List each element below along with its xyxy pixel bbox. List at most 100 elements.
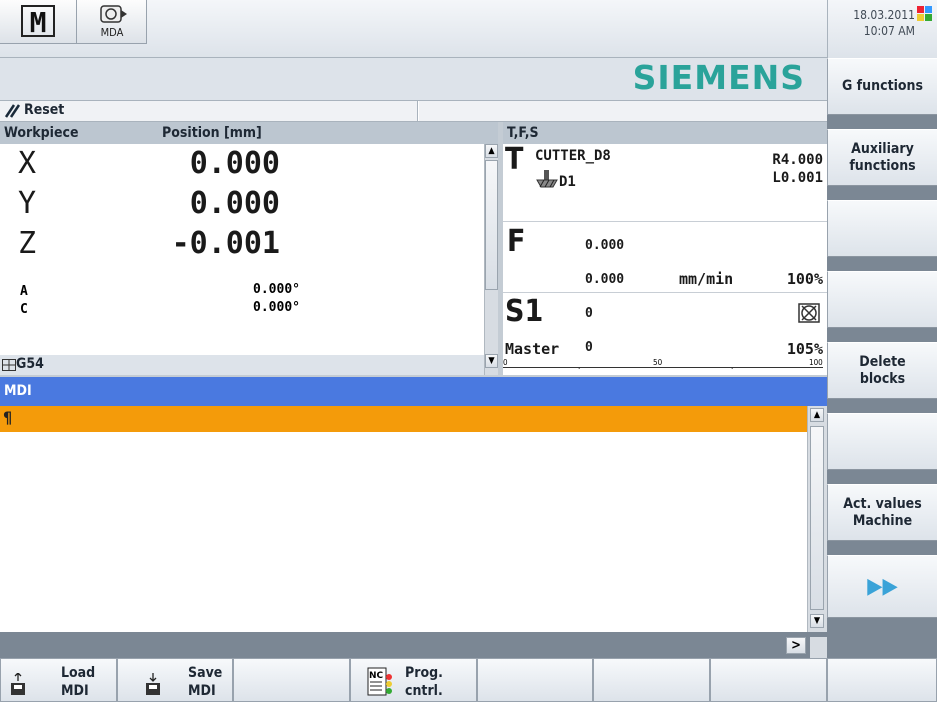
- axis-name: C: [20, 302, 28, 317]
- workpiece-header: Workpiece Position [mm]: [0, 122, 498, 144]
- softkey-gap: [827, 399, 937, 413]
- machine-area-button[interactable]: M: [0, 0, 77, 44]
- tool-radius: R4.000: [772, 152, 823, 168]
- scale-label: 100: [809, 358, 823, 367]
- softkey-label: Auxiliary functions: [849, 140, 916, 174]
- softkey-4[interactable]: [827, 271, 937, 328]
- softkey-gap: [827, 257, 937, 271]
- spindle-override: 105%: [786, 340, 823, 358]
- axis-name: X: [18, 146, 37, 181]
- scroll-down-icon[interactable]: ▼: [485, 354, 498, 368]
- frame-label: G54: [16, 356, 44, 372]
- master-value: 0: [585, 340, 593, 355]
- tool-letter: T: [505, 142, 524, 177]
- workpiece-col-label: Workpiece: [4, 125, 79, 141]
- spindle-letter: S1: [505, 294, 544, 329]
- tfs-header: T,F,S: [503, 122, 827, 144]
- position-col-label: Position [mm]: [162, 125, 262, 141]
- softkey-6[interactable]: [827, 413, 937, 470]
- time-text: 10:07 AM: [863, 24, 915, 38]
- axis-name: Y: [18, 186, 37, 221]
- reset-label: Reset: [24, 102, 65, 118]
- line-end-symbol: ¶: [3, 408, 13, 427]
- frame-bar: G54: [0, 355, 484, 375]
- softkey-label: Save: [188, 665, 223, 681]
- softkey-bottom-3[interactable]: [233, 658, 350, 702]
- auxiliary-functions-button[interactable]: Auxiliary functions: [827, 129, 937, 186]
- tool-length: L0.001: [772, 170, 823, 186]
- machine-icon: M: [21, 5, 55, 39]
- softkey-gap: [827, 328, 937, 342]
- scroll-up-icon[interactable]: ▲: [810, 408, 824, 422]
- scroll-thumb[interactable]: [810, 426, 824, 610]
- tfs-panel: T,F,S T CUTTER_D8 R4.000 L0.001 D1 F 0.0…: [503, 122, 827, 375]
- softkey-gap: [827, 541, 937, 555]
- scroll-thumb[interactable]: [485, 160, 498, 290]
- delete-blocks-button[interactable]: Delete blocks: [827, 342, 937, 399]
- scale-label: 50: [653, 358, 663, 367]
- axis-value: 0.000: [189, 186, 280, 221]
- save-icon: [146, 673, 160, 695]
- softkey-gap: [827, 618, 937, 658]
- mda-button[interactable]: MDA: [77, 0, 147, 44]
- softkey-gap: [827, 470, 937, 484]
- scroll-right-icon[interactable]: >: [786, 637, 806, 654]
- scale-label: 0: [503, 358, 508, 367]
- axis-name: A: [20, 284, 28, 299]
- axis-value: -0.001: [171, 226, 280, 261]
- softkey-bottom-7[interactable]: [710, 658, 827, 702]
- softkey-label: Prog.: [405, 665, 443, 681]
- softkey-label: Act. values Machine: [843, 495, 922, 529]
- softkey-gap: [827, 186, 937, 200]
- softkey-label: Delete blocks: [859, 353, 906, 387]
- axis-name: Z: [18, 226, 37, 261]
- act-values-machine-button[interactable]: Act. values Machine: [827, 484, 937, 541]
- mda-icon: [100, 5, 127, 23]
- mdi-scrollbar[interactable]: ▲ ▼: [807, 406, 827, 632]
- mdi-current-line[interactable]: ¶: [0, 406, 807, 432]
- tool-d-number: D1: [559, 174, 576, 190]
- softkey-gap: [827, 115, 937, 129]
- double-arrow-icon: ▶▶: [867, 574, 898, 599]
- spindle-load-scale: 0 50 100 . .: [503, 358, 823, 371]
- hscroll-bar: >: [0, 632, 827, 658]
- softkey-bottom-8[interactable]: [827, 658, 937, 702]
- softkey-label: MDI: [188, 683, 216, 699]
- mdi-title: MDI: [0, 377, 827, 406]
- axis-value: 0.000°: [253, 282, 300, 297]
- tool-cutter-icon: [536, 170, 558, 188]
- softkey-label: G functions: [841, 78, 924, 94]
- softkey-bottom-6[interactable]: [593, 658, 710, 702]
- master-label: Master: [505, 340, 560, 358]
- save-mdi-button[interactable]: Save MDI: [117, 658, 233, 702]
- load-icon: [11, 673, 25, 695]
- program-control-icon: NC: [367, 667, 392, 696]
- axis-value: 0.000: [189, 146, 280, 181]
- svg-text:NC: NC: [369, 671, 384, 681]
- program-control-button[interactable]: NC Prog. cntrl.: [350, 658, 477, 702]
- reset-icon: [4, 104, 21, 118]
- mdi-editor[interactable]: [0, 432, 807, 632]
- load-mdi-button[interactable]: Load MDI: [0, 658, 117, 702]
- brand-logo: SIEMENS: [632, 58, 805, 97]
- feed-letter: F: [507, 224, 526, 259]
- spindle-stop-icon: [798, 303, 820, 323]
- softkey-3[interactable]: [827, 200, 937, 257]
- feed-actual: 0.000: [585, 272, 625, 287]
- g-functions-button[interactable]: G functions: [827, 58, 937, 115]
- network-status-icon: [917, 6, 932, 21]
- softkey-label: MDI: [61, 683, 89, 699]
- scroll-up-icon[interactable]: ▲: [485, 144, 498, 158]
- workpiece-scrollbar[interactable]: ▲ ▼: [484, 144, 498, 375]
- frame-icon: [2, 359, 16, 371]
- softkey-label: Load: [61, 665, 96, 681]
- axis-value: 0.000°: [253, 300, 300, 315]
- status-bar: Reset: [0, 100, 827, 122]
- workpiece-panel: Workpiece Position [mm] X 0.000 Y 0.000 …: [0, 122, 498, 375]
- scroll-down-icon[interactable]: ▼: [810, 614, 824, 628]
- mda-label: MDA: [100, 26, 124, 39]
- next-softkeys-button[interactable]: ▶▶: [827, 555, 937, 618]
- softkey-bottom-5[interactable]: [477, 658, 593, 702]
- machine-icon-letter: M: [30, 6, 47, 39]
- softkey-label: cntrl.: [405, 683, 443, 699]
